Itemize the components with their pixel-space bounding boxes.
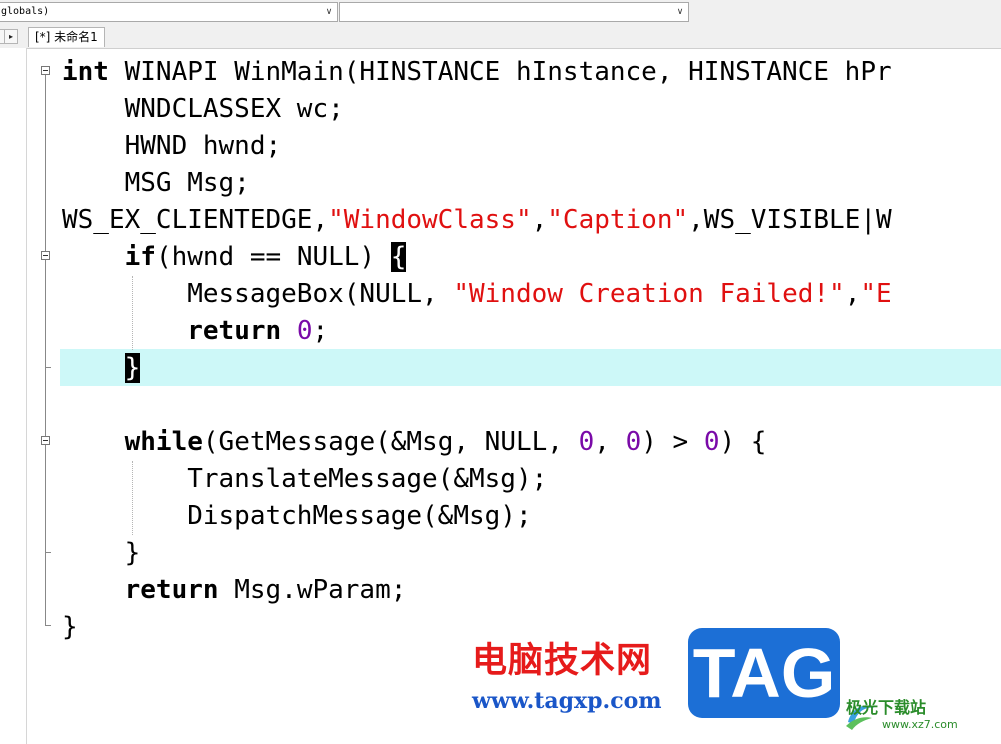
watermark-site-name: 极光下载站	[846, 698, 927, 717]
code-token: ,	[844, 279, 861, 309]
code-token: WINAPI WinMain(HINSTANCE hInstance, HINS…	[108, 57, 892, 87]
code-token: (GetMessage(&Msg, NULL,	[202, 427, 579, 457]
string-token: "E	[860, 279, 892, 309]
chevron-right-icon: ▸	[8, 32, 13, 41]
code-line[interactable]: }	[62, 350, 141, 387]
code-line[interactable]: while(GetMessage(&Msg, NULL, 0, 0) > 0) …	[62, 424, 767, 461]
tab-label: [*] 未命名1	[35, 30, 98, 44]
fold-collapse-icon[interactable]	[41, 251, 50, 260]
code-line[interactable]: TranslateMessage(&Msg);	[62, 461, 547, 498]
code-token: HWND hwnd;	[62, 131, 282, 161]
code-token: ) >	[641, 427, 704, 457]
code-line[interactable]: HWND hwnd;	[62, 128, 282, 165]
code-token: DispatchMessage(&Msg);	[62, 501, 532, 531]
code-token: TranslateMessage(&Msg);	[62, 464, 548, 494]
string-token: "WindowClass"	[328, 205, 532, 235]
chevron-down-icon[interactable]: ∨	[321, 3, 337, 21]
fold-end-marker	[45, 367, 51, 368]
fold-gutter	[27, 49, 60, 744]
code-line[interactable]: WNDCLASSEX wc;	[62, 91, 344, 128]
code-token: Msg.wParam;	[218, 575, 407, 605]
code-token: }	[62, 612, 78, 642]
code-token: MessageBox(NULL,	[62, 279, 454, 309]
code-line[interactable]: MSG Msg;	[62, 165, 250, 202]
code-token: ) {	[719, 427, 767, 457]
number-token: 0	[578, 427, 595, 457]
scope-combo[interactable]: globals) ∨	[0, 2, 338, 22]
tab-untitled-1[interactable]: [*] 未命名1	[28, 27, 105, 47]
code-token: ;	[312, 316, 329, 346]
number-token: 0	[296, 316, 313, 346]
number-token: 0	[703, 427, 720, 457]
chevron-down-icon[interactable]: ∨	[672, 3, 688, 21]
keyword-token: while	[124, 427, 203, 457]
code-token: WNDCLASSEX wc;	[62, 94, 344, 124]
fold-collapse-icon[interactable]	[41, 436, 50, 445]
fold-line	[45, 75, 46, 625]
keyword-token: if	[124, 242, 156, 272]
scope-combo-value: globals)	[1, 6, 50, 17]
fold-end-marker	[45, 552, 51, 553]
class-browser-panel[interactable]	[0, 48, 27, 744]
watermark-url: www.tagxp.com	[472, 688, 662, 714]
watermark-cn-text: 电脑技术网	[472, 641, 653, 681]
code-token: }	[62, 538, 141, 568]
code-line[interactable]: return 0;	[62, 313, 328, 350]
member-combo[interactable]: ∨	[339, 2, 689, 22]
fold-end-marker	[45, 625, 51, 626]
keyword-token: return	[124, 575, 219, 605]
code-line[interactable]: if(hwnd == NULL) {	[62, 239, 407, 276]
fold-collapse-icon[interactable]	[41, 66, 50, 75]
number-token: 0	[625, 427, 642, 457]
code-line[interactable]: return Msg.wParam;	[62, 572, 407, 609]
code-line[interactable]: int WINAPI WinMain(HINSTANCE hInstance, …	[62, 54, 892, 91]
code-token: MSG Msg;	[62, 168, 250, 198]
code-token: ,	[531, 205, 548, 235]
keyword-token: int	[62, 57, 109, 87]
code-line[interactable]: }	[62, 535, 141, 572]
code-line[interactable]: WS_EX_CLIENTEDGE,"WindowClass","Caption"…	[62, 202, 892, 239]
code-token: WS_EX_CLIENTEDGE,	[62, 205, 329, 235]
watermark-tag-text: TAG	[692, 634, 836, 712]
code-token: (hwnd == NULL)	[155, 242, 391, 272]
string-token: "Window Creation Failed!"	[453, 279, 845, 309]
tab-strip: ▸ [*] 未命名1	[0, 26, 1001, 49]
toolbar: globals) ∨ ∨	[0, 0, 1001, 26]
watermark-tag-logo: TAG	[688, 628, 840, 718]
current-line-highlight	[60, 349, 1001, 386]
matched-brace: {	[390, 242, 407, 272]
code-token: ,WS_VISIBLE|W	[688, 205, 892, 235]
matched-brace: }	[124, 353, 141, 383]
watermark-site-url: www.xz7.com	[882, 718, 958, 731]
string-token: "Caption"	[547, 205, 689, 235]
keyword-token: return	[187, 316, 282, 346]
code-line[interactable]: DispatchMessage(&Msg);	[62, 498, 532, 535]
code-line[interactable]: }	[62, 609, 78, 646]
code-line[interactable]: MessageBox(NULL, "Window Creation Failed…	[62, 276, 892, 313]
code-token: ,	[594, 427, 626, 457]
tab-scroll-right-button[interactable]: ▸	[4, 29, 18, 44]
